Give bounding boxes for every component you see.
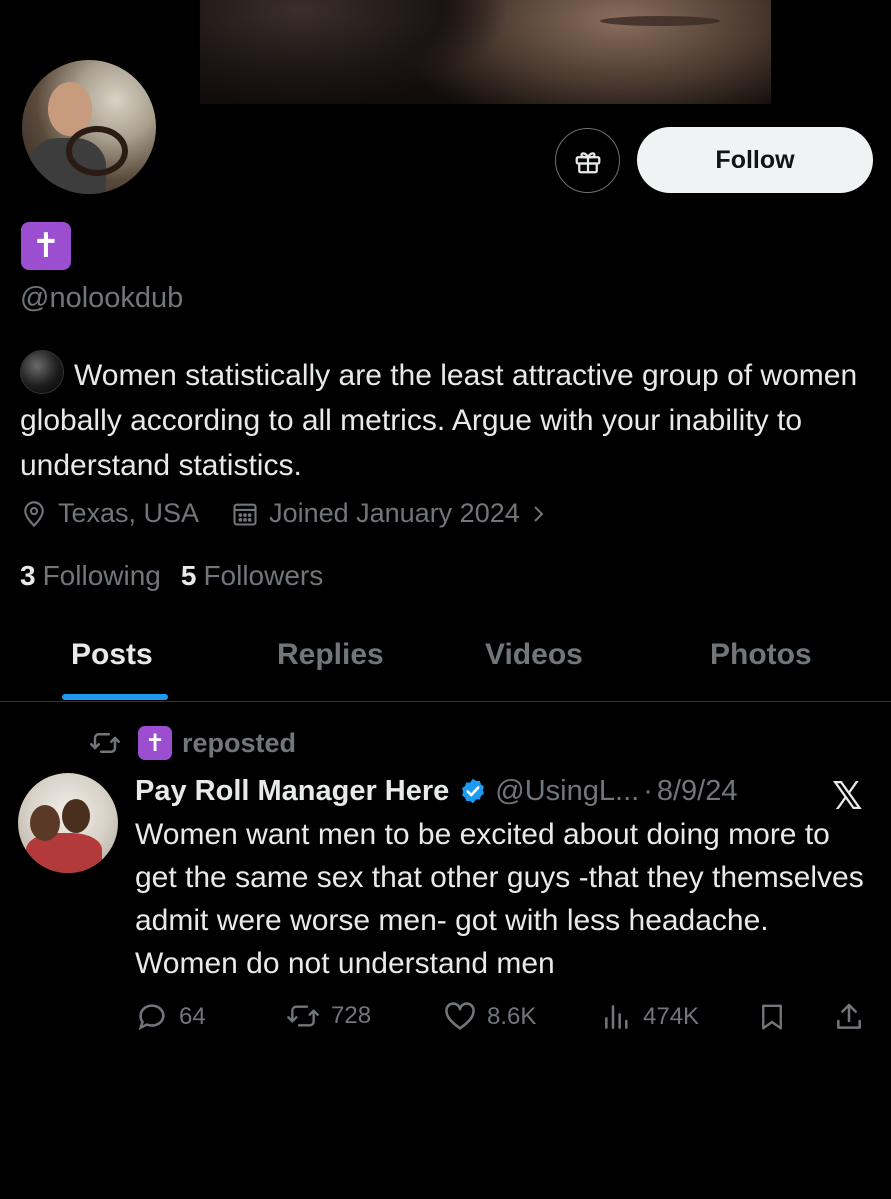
tab-videos[interactable]: Videos [485,638,583,672]
tab-photos[interactable]: Photos [710,638,812,672]
post-separator: · [643,774,653,807]
heart-icon [445,1002,475,1030]
bio-text: Women statistically are the least attrac… [20,359,858,482]
views-button[interactable]: 474K [601,1000,699,1034]
post-author-avatar[interactable] [18,773,118,873]
reply-icon [138,1004,165,1031]
avatar-detail [66,126,128,176]
chevron-right-icon [534,505,544,522]
repost-label: reposted [182,727,297,758]
location-item: Texas, USA [20,498,199,529]
post-author-handle[interactable]: @UsingL... [495,775,639,808]
black-circle-icon [20,350,64,394]
joined-text: Joined January 2024 [269,498,520,528]
reply-button[interactable]: 64 [135,1000,206,1034]
share-button[interactable] [833,1000,875,1034]
share-icon [837,1003,861,1029]
calendar-icon [233,503,257,526]
post-text: Women want men to be excited about doing… [135,818,864,980]
following-label: Following [42,560,161,591]
post-author-name[interactable]: Pay Roll Manager Here [135,775,449,808]
post-date[interactable]: 8/9/24 [657,775,738,808]
tab-posts[interactable]: Posts [71,638,153,672]
repost-icon [287,1005,319,1027]
avatar-detail [62,799,90,833]
gift-button[interactable] [555,128,620,193]
following-count: 3 [20,560,36,591]
avatar-detail [30,805,60,841]
profile-tabs: Posts Replies Videos Photos [0,618,891,702]
profile-avatar[interactable] [18,56,160,198]
location-pin-icon [24,500,44,527]
view-count: 474K [643,1003,700,1030]
bookmark-button[interactable] [757,1000,797,1034]
like-count: 8.6K [487,1003,537,1030]
repost-icon [90,733,120,753]
followers-label: Followers [203,560,324,591]
repost-button[interactable]: 728 [285,1000,371,1032]
post-header: Pay Roll Manager Here @UsingL... · 8/9/2… [135,770,738,812]
views-chart-icon [605,1005,628,1029]
reply-count: 64 [179,1003,206,1030]
tab-replies[interactable]: Replies [277,638,384,672]
like-button[interactable]: 8.6K [443,1000,536,1034]
banner-shadow-right [771,0,891,104]
banner-detail [600,16,720,26]
follow-button[interactable]: Follow [637,127,873,193]
follow-stats: 3 Following 5 Followers [20,560,323,592]
followers-link[interactable]: 5 Followers [181,560,323,592]
profile-meta: Texas, USA Joined January 2024 [20,498,550,529]
repost-count: 728 [331,1002,372,1029]
profile-handle: @nolookdub [20,282,184,314]
gift-icon [575,151,600,173]
post-actions: 64 728 8.6K 474K [135,1000,875,1040]
verified-badge-icon [459,777,487,805]
display-name-emoji: ✝ [21,222,71,270]
repost-indicator: ✝ reposted [88,726,296,760]
active-tab-indicator [62,694,168,700]
location-text: Texas, USA [58,498,200,528]
followers-count: 5 [180,560,197,591]
profile-bio: Women statistically are the least attrac… [20,350,880,488]
following-link[interactable]: 3 Following [20,560,161,592]
reposter-emoji: ✝ [138,726,172,760]
joined-item[interactable]: Joined January 2024 [231,498,550,529]
bookmark-icon [762,1004,782,1030]
